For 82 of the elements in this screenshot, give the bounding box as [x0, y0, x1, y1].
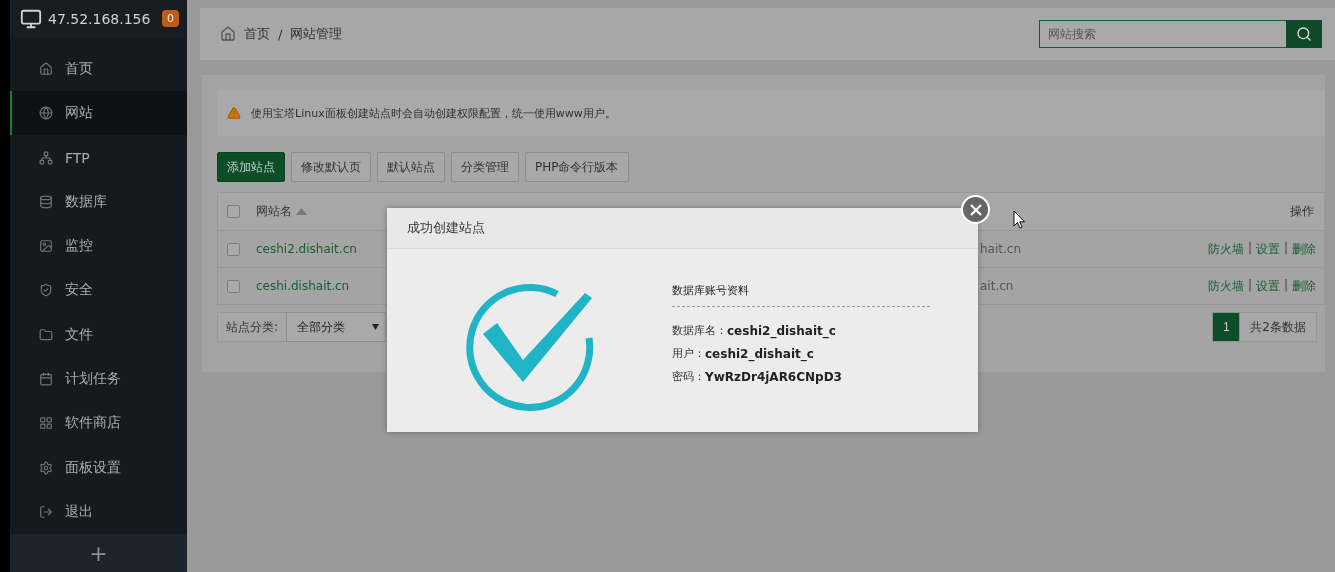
search-icon	[1296, 26, 1312, 42]
table-cell-text: hait.cn	[980, 242, 1022, 256]
sidebar-item[interactable]: 首页	[10, 46, 187, 92]
action-link[interactable]: 删除	[1292, 240, 1316, 258]
search-button[interactable]	[1286, 20, 1322, 48]
dropdown-caret-icon	[372, 324, 380, 330]
warning-icon	[227, 106, 241, 120]
row-checkbox[interactable]	[227, 242, 240, 256]
monitor-icon	[20, 7, 42, 30]
sidebar-item[interactable]: 面板设置	[10, 445, 187, 490]
close-icon	[969, 203, 982, 216]
table-cell-text: ait.cn	[980, 279, 1015, 293]
menu-label: 软件商店	[65, 414, 121, 433]
menu-icon	[39, 504, 53, 519]
sidebar-item[interactable]: 计划任务	[10, 356, 187, 402]
action-link[interactable]: 防火墙	[1207, 277, 1244, 295]
menu-icon	[39, 460, 53, 475]
account-field: 数据库名：ceshi2_dishait_c	[672, 319, 930, 342]
menu-icon	[39, 327, 53, 342]
sidebar-item[interactable]: FTP	[10, 135, 187, 180]
sidebar-item[interactable]: 数据库	[10, 179, 187, 225]
action-separator: |	[1247, 240, 1252, 257]
section-title: 数据库账号资料	[672, 283, 930, 307]
action-link[interactable]: 设置	[1255, 277, 1280, 295]
action-separator: |	[1283, 240, 1288, 257]
toolbar-button[interactable]: 分类管理	[451, 152, 519, 182]
menu-label: 监控	[65, 237, 93, 256]
menu-icon	[39, 372, 53, 387]
action-link[interactable]: 删除	[1292, 277, 1316, 295]
notice-text: 使用宝塔Linux面板创建站点时会自动创建权限配置，统一使用www用户。	[251, 105, 616, 121]
menu-label: 面板设置	[65, 458, 121, 477]
account-field: 密码：YwRzDr4jAR6CNpD3	[672, 365, 930, 388]
breadcrumb-separator: /	[278, 26, 283, 42]
menu-icon	[39, 62, 53, 76]
action-separator: |	[1283, 277, 1288, 294]
category-dropdown[interactable]: 全部分类	[286, 312, 387, 342]
total-count: 共2条数据	[1240, 312, 1317, 342]
sidebar-item[interactable]: 监控	[10, 224, 187, 269]
menu-label: 首页	[65, 60, 93, 78]
action-link[interactable]: 设置	[1255, 240, 1280, 258]
row-checkbox[interactable]	[227, 279, 240, 293]
page-button[interactable]: 1	[1212, 312, 1241, 342]
menu-label: 网站	[65, 104, 93, 123]
action-separator: |	[1247, 277, 1252, 294]
category-label: 站点分类:	[217, 312, 287, 342]
breadcrumb-link[interactable]: 网站管理	[290, 25, 343, 43]
select-all-checkbox[interactable]	[227, 205, 240, 218]
column-header[interactable]: 网站名	[256, 203, 376, 220]
toolbar-button[interactable]: 添加站点	[217, 152, 285, 182]
toolbar-button[interactable]: PHP命令行版本	[525, 152, 629, 182]
menu-label: 计划任务	[65, 370, 121, 389]
sidebar-item[interactable]: 软件商店	[10, 401, 187, 446]
account-field: 用户：ceshi2_dishait_c	[672, 342, 930, 365]
cursor-icon	[1013, 210, 1026, 229]
menu-icon	[39, 106, 53, 121]
menu-icon	[39, 150, 53, 165]
notification-count[interactable]: 0	[162, 10, 179, 28]
menu-icon	[39, 416, 53, 431]
menu-label: 文件	[65, 325, 93, 344]
action-link[interactable]: 防火墙	[1207, 240, 1244, 258]
menu-label: 退出	[65, 502, 93, 521]
sidebar-item[interactable]: 网站	[10, 91, 187, 136]
menu-icon	[39, 283, 53, 298]
add-button[interactable]: +	[10, 534, 187, 572]
menu-label: 数据库	[65, 192, 107, 211]
toolbar-button[interactable]: 修改默认页	[291, 152, 371, 182]
breadcrumb-link[interactable]: 首页	[244, 25, 270, 43]
home-icon	[220, 26, 236, 42]
menu-label: 安全	[65, 281, 93, 300]
toolbar-button[interactable]: 默认站点	[377, 152, 445, 182]
site-link[interactable]: ceshi.dishait.cn	[256, 279, 376, 293]
server-address: 47.52.168.156	[48, 10, 152, 27]
dialog-title: 成功创建站点	[387, 208, 978, 249]
menu-icon	[39, 239, 53, 254]
sidebar-item[interactable]: 安全	[10, 268, 187, 313]
site-link[interactable]: ceshi2.dishait.cn	[256, 242, 376, 256]
menu-icon	[39, 194, 53, 209]
sidebar-item[interactable]: 文件	[10, 312, 187, 357]
menu-label: FTP	[65, 149, 90, 166]
column-header: 操作	[1290, 203, 1314, 220]
search-field[interactable]: 网站搜索	[1039, 20, 1286, 48]
sidebar-item[interactable]: 退出	[10, 489, 187, 535]
